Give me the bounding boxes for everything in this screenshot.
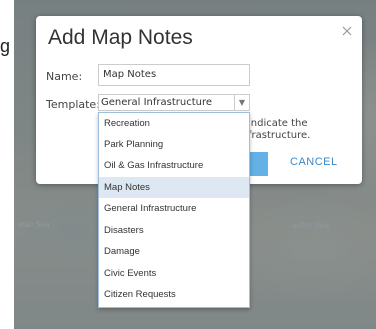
hint-line-1: indicate the (248, 118, 308, 129)
clipped-text: g (0, 36, 11, 56)
name-label: Name: (46, 70, 83, 83)
dropdown-item-citizen-requests[interactable]: Citizen Requests (99, 284, 249, 305)
name-input[interactable]: Map Notes (98, 64, 250, 86)
dropdown-item-map-notes[interactable]: Map Notes (99, 177, 249, 198)
cancel-button[interactable]: CANCEL (290, 156, 338, 168)
dropdown-item-recreation[interactable]: Recreation (99, 113, 249, 134)
dropdown-item-oil-gas-infrastructure[interactable]: Oil & Gas Infrastructure (99, 155, 249, 176)
dialog-title: Add Map Notes (48, 26, 193, 49)
template-select[interactable]: General Infrastructure ▼ (98, 94, 250, 111)
close-icon[interactable] (340, 24, 354, 38)
chevron-down-icon[interactable]: ▼ (234, 95, 249, 110)
dropdown-item-damage[interactable]: Damage (99, 241, 249, 262)
hint-line-2: frastructure. (248, 130, 311, 141)
template-label: Template: (46, 98, 100, 111)
template-hint: indicate the frastructure. (248, 118, 310, 142)
sea-label-right: aufort Sea (292, 221, 329, 230)
dropdown-item-disasters[interactable]: Disasters (99, 220, 249, 241)
dropdown-item-civic-events[interactable]: Civic Events (99, 263, 249, 284)
dropdown-item-park-planning[interactable]: Park Planning (99, 134, 249, 155)
sea-label-left: elan Sea (18, 220, 50, 229)
template-selected-value: General Infrastructure (101, 97, 213, 108)
template-dropdown-list: Recreation Park Planning Oil & Gas Infra… (98, 112, 250, 308)
dropdown-item-general-infrastructure[interactable]: General Infrastructure (99, 198, 249, 219)
